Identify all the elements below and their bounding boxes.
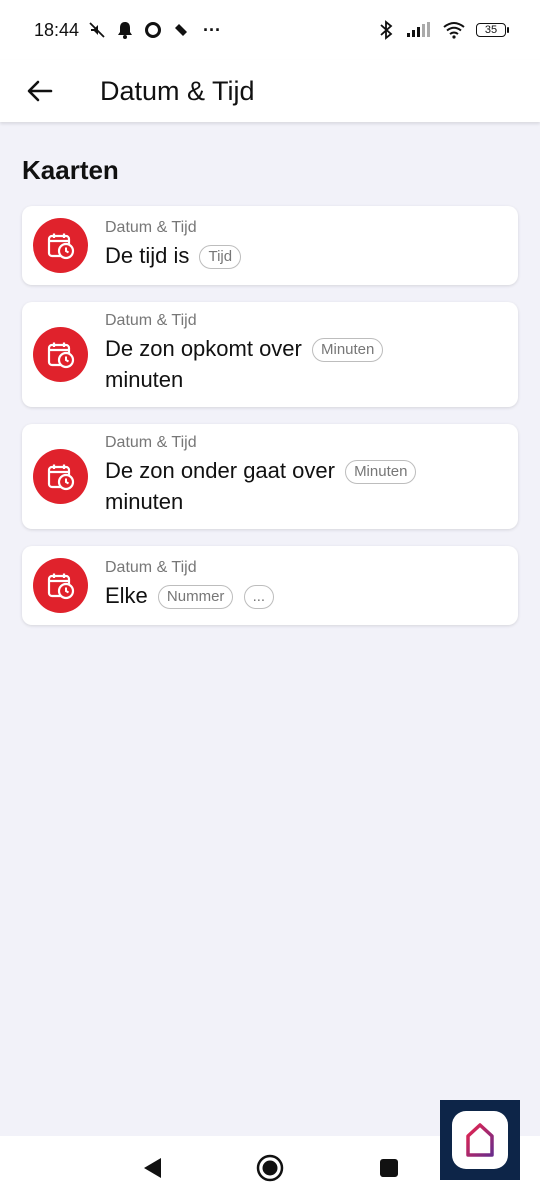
card-time-is[interactable]: Datum & Tijd De tijd is Tijd: [22, 206, 518, 285]
chip-tijd[interactable]: Tijd: [199, 244, 242, 269]
notification-bell-icon: [115, 20, 135, 40]
card-body: Datum & Tijd Elke Nummer ...: [105, 558, 504, 611]
mute-icon: [87, 20, 107, 40]
app-bar: Datum & Tijd: [0, 60, 540, 122]
arrow-left-icon: [27, 80, 53, 102]
card-every[interactable]: Datum & Tijd Elke Nummer ...: [22, 546, 518, 625]
card-category: Datum & Tijd: [105, 434, 197, 451]
nav-home-button[interactable]: [252, 1150, 288, 1186]
card-list: Datum & Tijd De tijd is Tijd Datum & Tij…: [22, 206, 518, 642]
chip-nummer[interactable]: Nummer: [157, 584, 234, 609]
card-text: Elke Nummer ...: [105, 580, 504, 611]
card-text-label: De tijd is: [105, 242, 190, 268]
chip-more[interactable]: ...: [243, 584, 275, 609]
cast-icon: [171, 20, 191, 40]
calendar-clock-icon: [33, 327, 88, 382]
chip-minuten[interactable]: Minuten: [312, 338, 384, 362]
wifi-icon: [442, 20, 466, 40]
home-circle-icon: [256, 1154, 284, 1182]
bluetooth-icon: [376, 20, 396, 40]
card-text: De tijd is Tijd: [105, 240, 504, 271]
homey-logo-icon: [452, 1111, 508, 1169]
calendar-clock-icon: [33, 558, 88, 613]
card-text-suffix: minuten: [105, 367, 184, 392]
circle-icon: [143, 20, 163, 40]
more-dots-icon: ···: [203, 19, 222, 40]
card-category: Datum & Tijd: [105, 312, 197, 329]
square-recents-icon: [380, 1159, 398, 1177]
status-left: 18:44 ···: [34, 20, 225, 41]
battery-icon: 35: [476, 23, 509, 37]
app-logo: [440, 1100, 520, 1180]
status-right: 35: [376, 20, 509, 40]
triangle-back-icon: [144, 1158, 161, 1178]
page-title: Datum & Tijd: [100, 75, 255, 106]
cell-signal-icon: [406, 20, 432, 40]
section-title: Kaarten: [22, 155, 119, 185]
card-text-label: De zon opkomt over: [105, 336, 302, 361]
card-text: De zon opkomt over Minuten minuten: [105, 333, 504, 395]
card-text-label: De zon onder gaat over: [105, 458, 335, 483]
card-text-label: Elke: [105, 582, 148, 608]
card-sunrise-in[interactable]: Datum & Tijd De zon opkomt over Minuten …: [22, 302, 518, 407]
nav-back-button[interactable]: [134, 1150, 170, 1186]
card-body: Datum & Tijd De tijd is Tijd: [105, 218, 504, 271]
card-sunset-in[interactable]: Datum & Tijd De zon onder gaat over Minu…: [22, 424, 518, 529]
card-text-suffix: minuten: [105, 489, 184, 514]
nav-recents-button[interactable]: [371, 1150, 407, 1186]
card-body: Datum & Tijd De zon opkomt over Minuten …: [105, 312, 504, 395]
card-text: De zon onder gaat over Minuten minuten: [105, 455, 504, 517]
back-button[interactable]: [20, 71, 60, 111]
chip-minuten[interactable]: Minuten: [345, 460, 417, 484]
calendar-clock-icon: [33, 218, 88, 273]
card-body: Datum & Tijd De zon onder gaat over Minu…: [105, 434, 504, 517]
status-time: 18:44: [34, 19, 80, 40]
calendar-clock-icon: [33, 449, 88, 504]
card-category: Datum & Tijd: [105, 218, 197, 236]
card-category: Datum & Tijd: [105, 558, 197, 576]
status-bar: 18:44 ··· 35: [0, 0, 540, 60]
